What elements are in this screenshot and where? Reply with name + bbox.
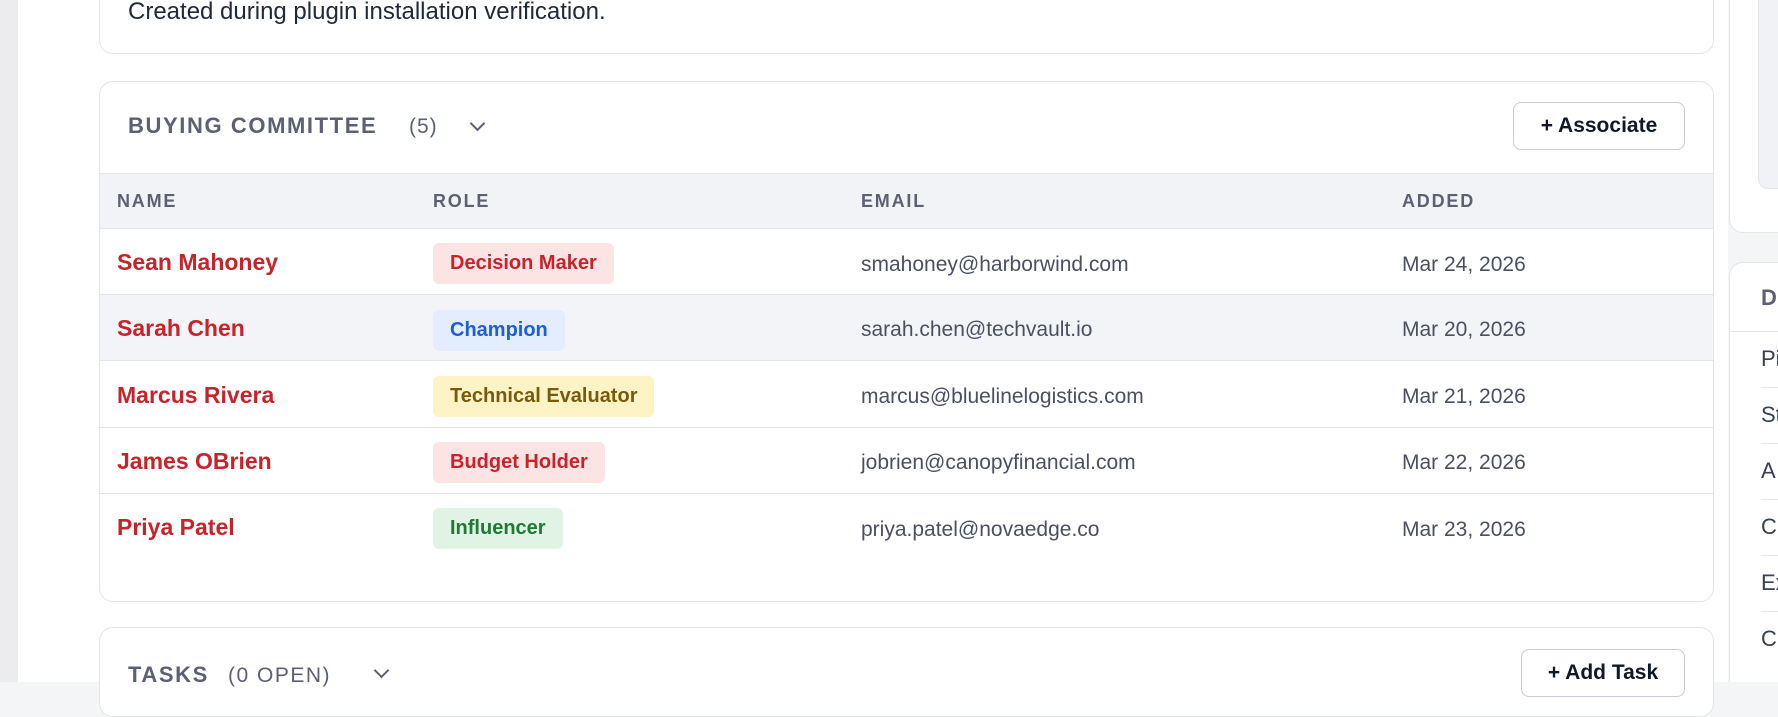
add-task-button[interactable]: + Add Task	[1521, 649, 1685, 697]
buying-committee-card: BUYING COMMITTEE (5) + Associate NAME RO…	[99, 81, 1714, 602]
contact-name-link[interactable]: Sean Mahoney	[117, 249, 278, 276]
role-badge: Influencer	[433, 508, 563, 549]
sidebar-detail-label: A	[1761, 458, 1776, 483]
chevron-down-icon[interactable]	[373, 662, 390, 679]
column-header-name: NAME	[117, 191, 178, 211]
sidebar-card-inner	[1758, 0, 1778, 189]
description-card: Created during plugin installation verif…	[99, 0, 1714, 54]
buying-committee-header: BUYING COMMITTEE (5) + Associate	[100, 82, 1713, 174]
added-date: Mar 23, 2026	[1402, 518, 1526, 541]
buying-committee-title: BUYING COMMITTEE	[128, 113, 378, 138]
table-row[interactable]: Sarah Chen Champion sarah.chen@techvault…	[100, 295, 1713, 361]
sidebar-detail-label: C	[1761, 514, 1777, 539]
sidebar-detail-label: C	[1761, 626, 1777, 651]
contact-name-link[interactable]: Priya Patel	[117, 514, 235, 541]
column-header-role: ROLE	[433, 191, 491, 211]
contact-email: priya.patel@novaedge.co	[861, 518, 1100, 541]
main-content: Created during plugin installation verif…	[18, 0, 1728, 717]
left-edge-panel	[0, 0, 19, 682]
role-badge: Technical Evaluator	[433, 376, 655, 417]
contact-email: marcus@bluelinelogistics.com	[861, 385, 1144, 408]
table-row[interactable]: Sean Mahoney Decision Maker smahoney@har…	[100, 229, 1713, 295]
description-text: Created during plugin installation verif…	[128, 0, 606, 25]
role-badge: Decision Maker	[433, 243, 614, 284]
sidebar-detail-item: A	[1761, 444, 1778, 500]
chevron-down-icon[interactable]	[469, 115, 486, 132]
buying-committee-count: (5)	[409, 115, 438, 138]
sidebar-detail-item: C	[1761, 500, 1778, 556]
right-sidebar: D Pi St A C Ex C	[1728, 0, 1778, 682]
table-row[interactable]: Priya Patel Influencer priya.patel@novae…	[100, 494, 1713, 560]
contact-name-link[interactable]: Sarah Chen	[117, 315, 245, 342]
sidebar-detail-item: C	[1761, 612, 1778, 668]
sidebar-detail-item: St	[1761, 388, 1778, 444]
sidebar-detail-label: Ex	[1761, 570, 1778, 595]
tasks-title: TASKS	[128, 662, 209, 687]
table-row[interactable]: James OBrien Budget Holder jobrien@canop…	[100, 428, 1713, 494]
added-date: Mar 20, 2026	[1402, 318, 1526, 341]
contact-email: jobrien@canopyfinancial.com	[861, 451, 1136, 474]
sidebar-detail-label: Pi	[1761, 346, 1778, 371]
added-date: Mar 21, 2026	[1402, 385, 1526, 408]
table-row[interactable]: Marcus Rivera Technical Evaluator marcus…	[100, 361, 1713, 428]
sidebar-details-title: D	[1761, 285, 1778, 310]
sidebar-details-card: D Pi St A C Ex C	[1729, 262, 1778, 682]
associate-button[interactable]: + Associate	[1513, 102, 1685, 150]
role-badge: Champion	[433, 310, 565, 351]
sidebar-detail-label: St	[1761, 402, 1778, 427]
sidebar-details-header: D	[1730, 263, 1778, 332]
tasks-count: (0 OPEN)	[228, 664, 332, 687]
added-date: Mar 24, 2026	[1402, 253, 1526, 276]
contact-email: smahoney@harborwind.com	[861, 253, 1129, 276]
role-badge: Budget Holder	[433, 442, 605, 483]
sidebar-detail-item: Ex	[1761, 556, 1778, 612]
tasks-card: TASKS (0 OPEN) + Add Task	[99, 627, 1714, 717]
sidebar-card-top	[1729, 0, 1778, 233]
sidebar-detail-item: Pi	[1761, 332, 1778, 388]
added-date: Mar 22, 2026	[1402, 451, 1526, 474]
contact-name-link[interactable]: Marcus Rivera	[117, 382, 274, 409]
column-header-added: ADDED	[1402, 191, 1476, 211]
contact-name-link[interactable]: James OBrien	[117, 448, 272, 475]
table-header: NAME ROLE EMAIL ADDED	[100, 174, 1713, 229]
contact-email: sarah.chen@techvault.io	[861, 318, 1093, 341]
column-header-email: EMAIL	[861, 191, 926, 211]
